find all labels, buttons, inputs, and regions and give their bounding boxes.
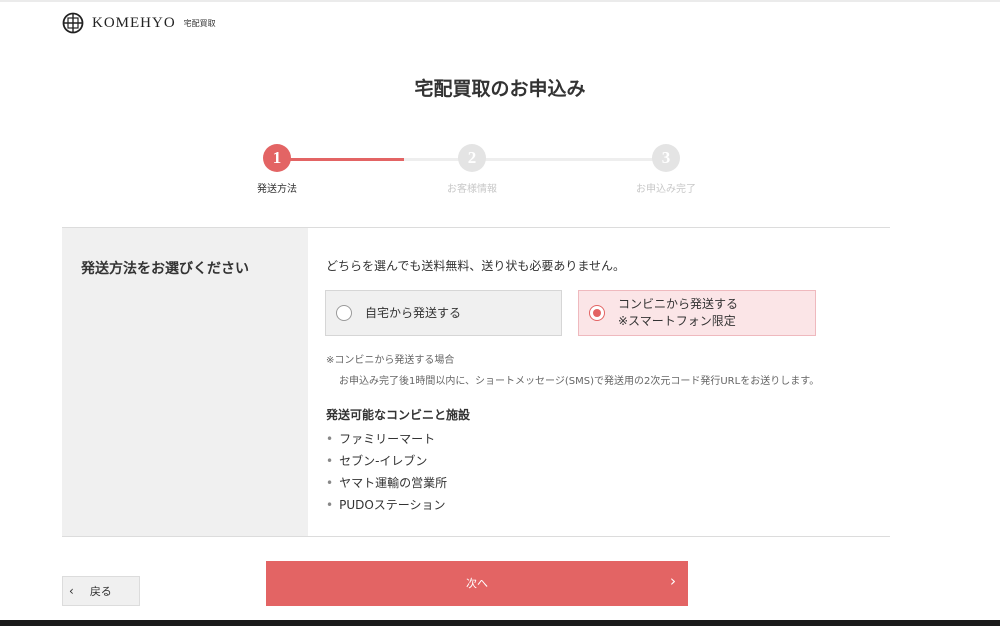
shipping-method-section: 発送方法をお選びください どちらを選んでも送料無料、送り状も必要ありません。 自…: [62, 227, 890, 537]
bullet-icon: •: [326, 498, 334, 512]
next-button[interactable]: 次へ ›: [266, 561, 688, 606]
list-item: • セブン-イレブン: [326, 450, 447, 472]
step-number: 3: [652, 144, 680, 172]
convenience-note-body: お申込み完了後1時間以内に、ショートメッセージ(SMS)で発送用の2次元コード発…: [339, 376, 820, 387]
next-button-label: 次へ: [466, 577, 488, 590]
bullet-icon: •: [326, 454, 334, 468]
step-label: 発送方法: [257, 184, 297, 195]
brand-name[interactable]: KOMEHYO: [92, 15, 176, 32]
progress-stepper: 1 発送方法 2 お客様情報 3 お申込み完了: [0, 144, 1000, 204]
top-border: [0, 0, 1000, 2]
ship-from-convenience-store-option[interactable]: コンビニから発送する ※スマートフォン限定: [578, 290, 816, 336]
step-number: 1: [263, 144, 291, 172]
page-title: 宅配買取のお申込み: [414, 78, 586, 100]
convenience-note-title: ※コンビニから発送する場合: [326, 355, 455, 366]
step-label: お客様情報: [447, 184, 497, 195]
bullet-icon: •: [326, 476, 334, 490]
back-button[interactable]: ‹ 戻る: [62, 576, 140, 606]
step-2: 2 お客様情報: [422, 144, 522, 195]
stores-list: • ファミリーマート • セブン-イレブン • ヤマト運輸の営業所 • PUDOステーシ…: [326, 428, 447, 516]
step-number: 2: [458, 144, 486, 172]
komehyo-logo-icon[interactable]: [62, 12, 84, 34]
section-label-cell: 発送方法をお選びください: [62, 228, 308, 536]
stores-heading: 発送可能なコンビニと施設: [326, 408, 471, 422]
list-item: • ファミリーマート: [326, 428, 447, 450]
list-item: • PUDOステーション: [326, 494, 447, 516]
step-label: お申込み完了: [636, 184, 696, 195]
bottom-bar: [0, 620, 1000, 626]
ship-from-home-option[interactable]: 自宅から発送する: [325, 290, 562, 336]
step-1: 1 発送方法: [227, 144, 327, 195]
chevron-left-icon: ‹: [69, 584, 74, 598]
option-label: コンビニから発送する: [618, 297, 739, 311]
option-label: 自宅から発送する: [365, 306, 462, 320]
bullet-icon: •: [326, 432, 334, 446]
option-sublabel: ※スマートフォン限定: [618, 314, 736, 328]
service-name: 宅配買取: [183, 18, 216, 28]
store-name: ヤマト運輸の営業所: [339, 476, 448, 490]
section-content: どちらを選んでも送料無料、送り状も必要ありません。 自宅から発送する コンビニか…: [308, 228, 890, 536]
store-name: ファミリーマート: [339, 432, 436, 446]
site-header: KOMEHYO 宅配買取: [62, 10, 216, 36]
list-item: • ヤマト運輸の営業所: [326, 472, 447, 494]
store-name: セブン-イレブン: [339, 454, 428, 468]
shipping-intro-text: どちらを選んでも送料無料、送り状も必要ありません。: [326, 259, 626, 273]
section-heading: 発送方法をお選びください: [81, 261, 249, 277]
chevron-right-icon: ›: [670, 572, 676, 590]
option-label-block: コンビニから発送する ※スマートフォン限定: [618, 296, 738, 330]
back-button-label: 戻る: [89, 585, 112, 598]
radio-selected-icon[interactable]: [589, 305, 605, 321]
step-3: 3 お申込み完了: [616, 144, 716, 195]
radio-unselected-icon[interactable]: [336, 305, 352, 321]
store-name: PUDOステーション: [339, 498, 446, 512]
